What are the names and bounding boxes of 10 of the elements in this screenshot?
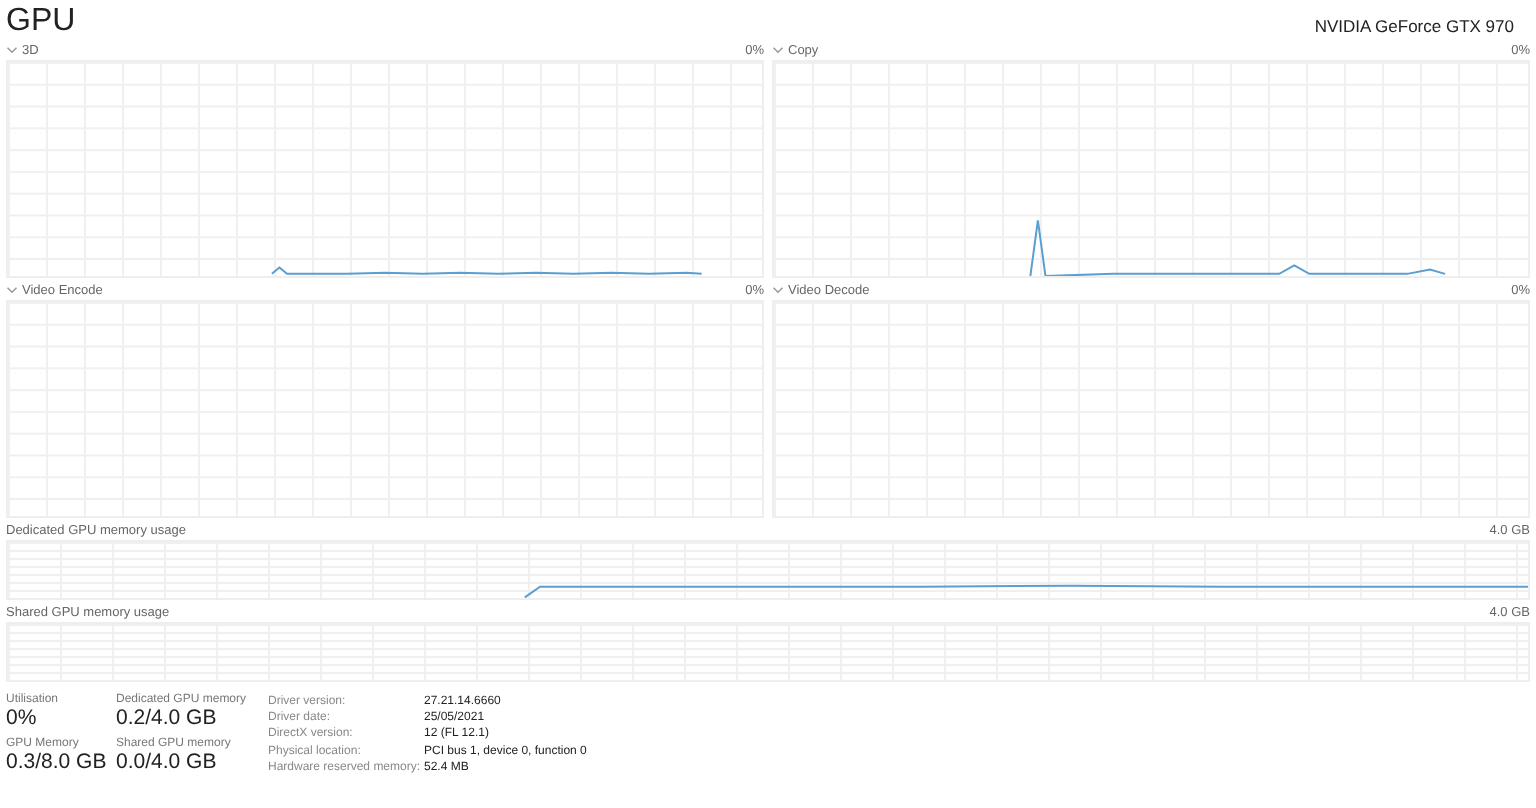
window-title: GPU xyxy=(6,4,76,40)
chevron-down-icon[interactable] xyxy=(772,286,784,294)
chevron-down-icon[interactable] xyxy=(6,286,18,294)
stat-value: 0.2/4.0 GB xyxy=(116,706,219,730)
device-name: NVIDIA GeForce GTX 970 xyxy=(1314,16,1516,36)
stat-value: 0.0/4.0 GB xyxy=(116,749,219,773)
chevron-down-icon[interactable] xyxy=(772,46,784,54)
stat-value: 0.3/8.0 GB xyxy=(6,749,109,773)
stat-value: 0% xyxy=(6,706,39,730)
chevron-down-icon[interactable] xyxy=(6,46,18,54)
